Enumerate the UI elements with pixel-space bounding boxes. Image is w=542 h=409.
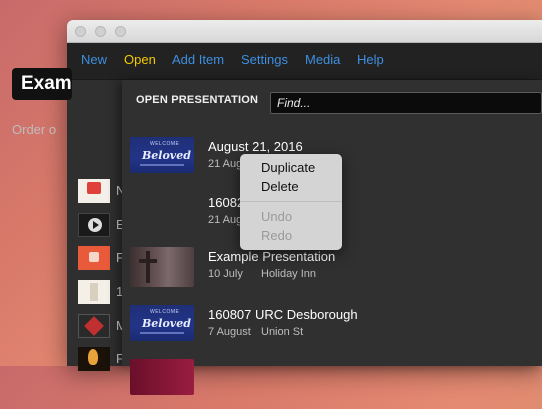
presentation-item[interactable]: WELCOME Beloved 160807 URC Desborough 7 … <box>122 305 542 355</box>
item-thumbnail[interactable] <box>78 246 110 270</box>
video-item-thumbnail[interactable] <box>78 213 110 237</box>
menu-settings[interactable]: Settings <box>241 52 288 67</box>
menu-new[interactable]: New <box>81 52 107 67</box>
item-thumbnail[interactable] <box>78 280 110 304</box>
undo-menu-item: Undo <box>261 209 293 224</box>
item-thumbnail[interactable] <box>78 347 110 371</box>
menu-open[interactable]: Open <box>124 52 156 67</box>
presentation-location: Holiday Inn <box>261 268 317 280</box>
presentation-title: 160807 URC Desborough <box>208 307 358 322</box>
presentation-thumbnail <box>130 359 194 395</box>
minimize-window-button[interactable] <box>95 26 106 37</box>
presentation-title: 16082 <box>208 195 245 210</box>
menu-help[interactable]: Help <box>357 52 384 67</box>
title-bar <box>67 20 542 43</box>
menu-add-item[interactable]: Add Item <box>172 52 224 67</box>
thumbs-up-icon <box>89 252 99 262</box>
menu-separator <box>240 201 342 202</box>
presentation-thumbnail <box>130 247 194 287</box>
presentation-item[interactable]: Example Presentation 10 July Holiday Inn <box>122 247 542 297</box>
redo-menu-item: Redo <box>261 228 293 243</box>
menu-media[interactable]: Media <box>305 52 340 67</box>
presentation-date: 10 July <box>208 268 243 280</box>
close-window-button[interactable] <box>75 26 86 37</box>
delete-menu-item[interactable]: Delete <box>261 179 299 194</box>
context-menu: Duplicate Delete Undo Redo <box>240 154 342 250</box>
item-thumbnail[interactable] <box>78 314 110 338</box>
presentation-thumbnail: WELCOME Beloved <box>130 137 194 173</box>
panel-title: OPEN PRESENTATION <box>136 94 259 106</box>
presentation-item[interactable] <box>122 359 542 409</box>
presentation-location: Union St <box>261 326 304 338</box>
duplicate-menu-item[interactable]: Duplicate <box>261 160 315 175</box>
order-of-service-label: Order o <box>12 122 57 137</box>
presentation-date: 7 August <box>208 326 251 338</box>
item-thumbnail[interactable] <box>78 179 110 203</box>
presentation-name-field[interactable]: Exam <box>12 68 72 100</box>
zoom-window-button[interactable] <box>115 26 126 37</box>
presentation-title: Example Presentation <box>208 249 336 264</box>
presentation-title: August 21, 2016 <box>208 139 303 154</box>
presentation-thumbnail: WELCOME Beloved <box>130 305 194 341</box>
find-input[interactable] <box>270 92 542 114</box>
menu-bar: New Open Add Item Settings Media Help <box>67 43 542 80</box>
